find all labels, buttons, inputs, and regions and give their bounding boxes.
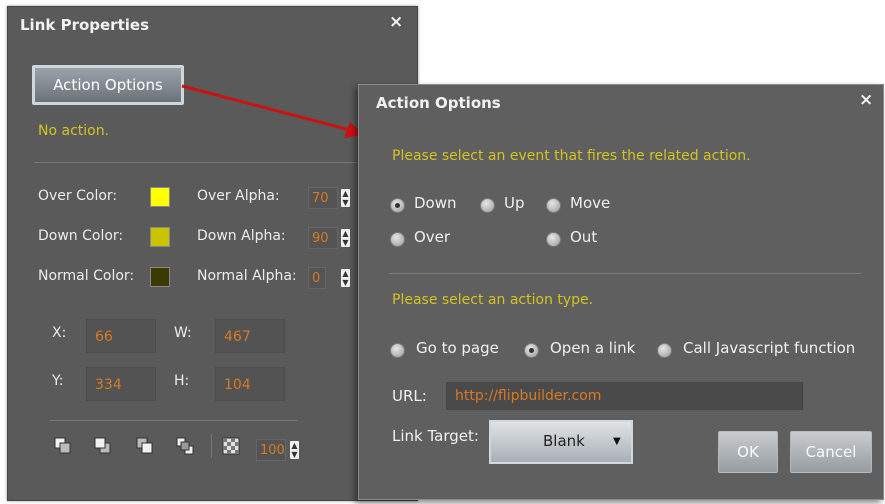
action-options-title: Action Options: [376, 94, 501, 112]
event-move-radio[interactable]: [546, 198, 561, 213]
link-target-value: Blank: [543, 432, 585, 450]
chevron-down-icon: ▼: [613, 436, 621, 447]
over-alpha-stepper-icon[interactable]: ▲ ▼: [341, 189, 350, 207]
ok-button[interactable]: OK: [718, 431, 778, 473]
send-backward-icon[interactable]: [136, 437, 154, 455]
link-properties-close-icon[interactable]: ×: [389, 12, 403, 32]
action-options-button[interactable]: Action Options: [32, 65, 184, 105]
bring-forward-icon[interactable]: [94, 437, 112, 455]
over-alpha-label: Over Alpha:: [197, 188, 280, 204]
h-label: H:: [174, 373, 190, 389]
down-alpha-stepper-icon[interactable]: ▲ ▼: [341, 229, 350, 247]
event-over-label: Over: [414, 228, 451, 246]
over-alpha-input[interactable]: 70: [308, 187, 338, 209]
event-up-label: Up: [504, 194, 525, 212]
over-color-label: Over Color:: [38, 188, 118, 204]
x-label: X:: [52, 325, 67, 341]
w-input[interactable]: 467: [215, 319, 285, 353]
divider: [50, 420, 298, 421]
down-color-label: Down Color:: [38, 228, 124, 244]
divider: [34, 162, 390, 163]
bring-to-front-icon[interactable]: [54, 437, 72, 455]
event-prompt: Please select an event that fires the re…: [392, 148, 751, 164]
transparency-icon[interactable]: [222, 437, 240, 455]
link-target-select[interactable]: Blank ▼: [489, 420, 633, 464]
normal-alpha-input[interactable]: 0: [308, 267, 326, 289]
x-input[interactable]: 66: [86, 319, 156, 353]
normal-alpha-label: Normal Alpha:: [197, 268, 297, 284]
url-label: URL:: [392, 387, 427, 405]
toolbar-separator: [211, 434, 212, 458]
open-link-radio[interactable]: [524, 343, 539, 358]
event-up-radio[interactable]: [480, 198, 495, 213]
event-over-radio[interactable]: [390, 232, 405, 247]
link-target-label: Link Target:: [392, 427, 479, 445]
link-properties-title: Link Properties: [20, 16, 149, 34]
event-out-radio[interactable]: [546, 232, 561, 247]
call-js-radio[interactable]: [657, 343, 672, 358]
action-type-prompt: Please select an action type.: [392, 292, 594, 308]
action-options-close-icon[interactable]: ×: [859, 90, 873, 110]
over-color-swatch[interactable]: [150, 187, 170, 207]
action-options-dialog: Action Options × Please select an event …: [358, 84, 884, 500]
go-to-page-radio[interactable]: [390, 343, 405, 358]
down-alpha-label: Down Alpha:: [197, 228, 286, 244]
transparency-input[interactable]: 100: [256, 439, 286, 461]
normal-color-label: Normal Color:: [38, 268, 135, 284]
down-color-swatch[interactable]: [150, 227, 170, 247]
event-out-label: Out: [570, 228, 598, 246]
go-to-page-label: Go to page: [416, 339, 499, 357]
event-down-label: Down: [414, 194, 457, 212]
down-alpha-input[interactable]: 90: [308, 227, 338, 249]
call-js-label: Call Javascript function: [683, 339, 856, 357]
cancel-button[interactable]: Cancel: [790, 431, 872, 473]
action-status-text: No action.: [38, 123, 110, 139]
transparency-stepper-icon[interactable]: ▲ ▼: [290, 441, 299, 459]
url-input[interactable]: [446, 382, 803, 410]
normal-color-swatch[interactable]: [150, 267, 170, 287]
pointer-arrow: [181, 84, 364, 138]
event-down-radio[interactable]: [390, 198, 405, 213]
divider: [389, 273, 861, 274]
event-move-label: Move: [570, 194, 611, 212]
y-label: Y:: [52, 373, 64, 389]
w-label: W:: [174, 325, 192, 341]
h-input[interactable]: 104: [215, 367, 285, 401]
send-to-back-icon[interactable]: [176, 437, 194, 455]
normal-alpha-stepper-icon[interactable]: ▲ ▼: [341, 269, 350, 287]
y-input[interactable]: 334: [86, 367, 156, 401]
open-link-label: Open a link: [550, 339, 636, 357]
